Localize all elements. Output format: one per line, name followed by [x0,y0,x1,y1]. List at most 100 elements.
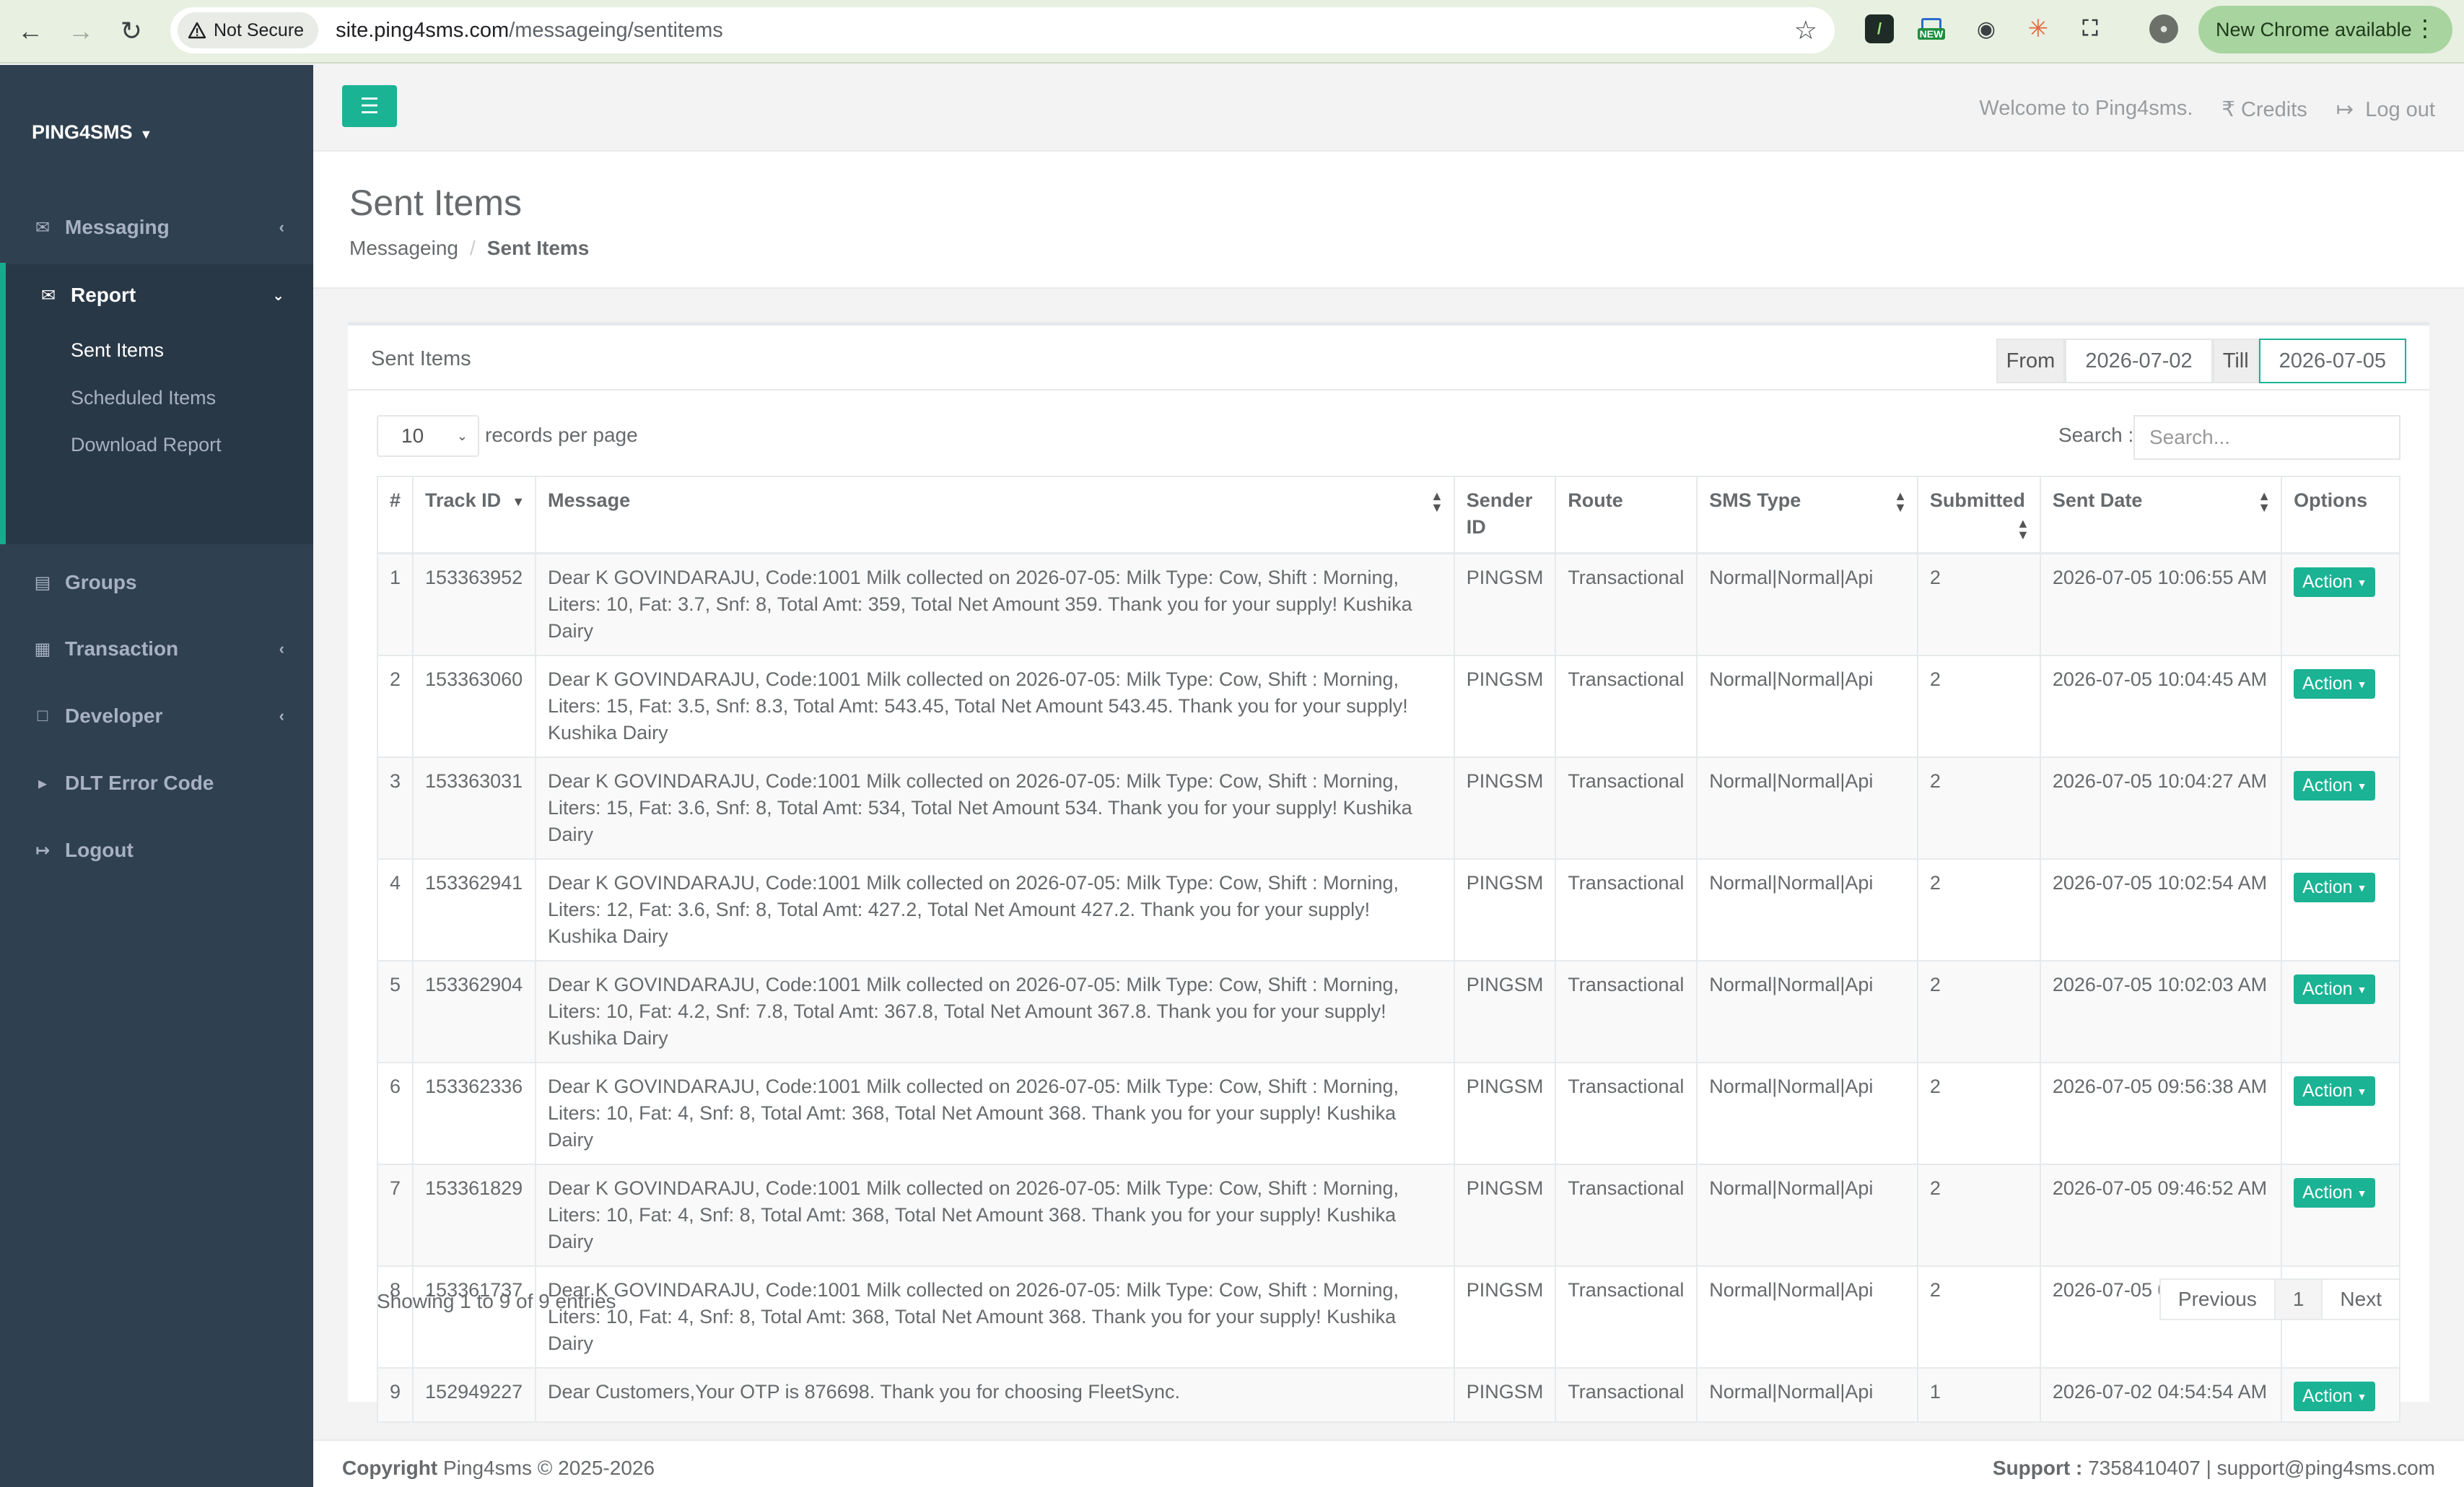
credits-label: Credits [2240,98,2307,121]
col-header-submitted[interactable]: Submitted ▲ ▼ [1916,476,2041,554]
sidebar-item-label: Groups [65,571,137,593]
breadcrumb-parent[interactable]: Messageing [349,237,458,259]
sidebar-subitem-sent-items[interactable]: Sent Items [71,339,164,362]
cell-row-number: 9 [376,1366,414,1423]
sidebar-item-report[interactable]: ✉ Report ⌄ [0,263,313,328]
page-length-select[interactable]: 10 ⌄ [377,415,479,457]
col-header-message[interactable]: Message ▲ ▼ [535,476,1455,554]
caret-down-icon: ▼ [2356,1390,2367,1403]
profile-avatar-icon[interactable]: ● [2149,14,2178,43]
more-menu-icon[interactable]: ⋮ [2413,14,2437,42]
sidebar-item-developer[interactable]: □ Developer ‹ [0,684,313,749]
new-chrome-available-button[interactable]: New Chrome available ⋮ [2198,6,2452,53]
extension-sparkle-icon[interactable]: ✳ [2024,14,2053,43]
sort-icon: ▲ ▼ [1430,489,1443,515]
caret-down-icon: ▼ [2356,678,2367,690]
col-header-sender-id[interactable]: Sender ID [1453,476,1557,554]
sidebar-item-transaction[interactable]: ▦ Transaction ‹ [0,616,313,681]
header-label: Submitted [1929,489,2025,511]
breadcrumb-current: Sent Items [486,237,590,259]
action-dropdown-button[interactable]: Action▼ [2294,1177,2376,1208]
brand-name: PING4SMS [32,121,133,143]
action-label: Action [2302,571,2353,592]
warning-icon [188,22,206,39]
cell-sms-type: Normal|Normal|Api [1696,1163,1918,1267]
records-per-page-label: records per page [485,424,638,446]
from-label: From [1996,339,2066,383]
cell-options: Action▼ [2281,959,2400,1063]
sidebar-item-logout[interactable]: ↦ Logout [0,818,313,883]
cell-route: Transactional [1555,1061,1698,1165]
till-date-input[interactable]: 2026-07-05 [2258,339,2406,383]
action-dropdown-button[interactable]: Action▼ [2294,567,2376,597]
action-dropdown-button[interactable]: Action▼ [2294,872,2376,902]
page-1-button[interactable]: 1 [2273,1278,2323,1320]
col-header-sms-type[interactable]: SMS Type ▲ ▼ [1696,476,1918,554]
extension-circle-icon[interactable]: ◉ [1972,14,2001,43]
cell-sent-date: 2026-07-05 10:02:03 AM [2039,959,2283,1063]
sort-icon: ▲ ▼ [2017,516,2030,542]
sidebar-subitem-download-report[interactable]: Download Report [71,434,222,456]
header-label: Message [548,489,631,511]
previous-page-button[interactable]: Previous [2159,1278,2276,1320]
caret-down-icon: ▼ [139,127,153,141]
cell-row-number: 8 [376,1265,414,1369]
header-label: Sender ID [1466,489,1533,538]
copyright: Copyright Ping4sms © 2025-2026 [342,1457,655,1480]
sidebar-item-messaging[interactable]: ✉ Messaging ‹ [0,195,313,260]
reload-icon[interactable]: ↻ [110,9,153,53]
address-bar[interactable]: Not Secure site.ping4sms.com/messageing/… [170,7,1835,53]
back-icon[interactable]: ← [9,9,52,53]
sidebar-item-groups[interactable]: ▤ Groups [0,550,313,615]
security-chip[interactable]: Not Secure [178,12,319,48]
cell-submitted-count: 2 [1916,858,2041,961]
brand-dropdown[interactable]: PING4SMS ▼ [32,121,152,144]
copyright-text: Ping4sms © 2025-2026 [443,1457,655,1479]
from-date-input[interactable]: 2026-07-02 [2065,339,2213,383]
credits-link[interactable]: ₹ Credits [2221,97,2307,122]
menu-toggle-button[interactable]: ☰ [342,85,397,127]
table-row: 1 153363952 Dear K GOVINDARAJU, Code:1001 … [376,552,2400,656]
sort-icon: ▲ ▼ [2258,489,2271,515]
cell-track-id: 152949227 [412,1366,537,1423]
col-header-number[interactable]: # [376,476,414,554]
cell-message: Dear K GOVINDARAJU, Code:1001 Milk colle… [535,654,1455,758]
cell-options: Action▼ [2281,756,2400,860]
chevron-left-icon: ‹ [279,640,284,658]
panel-header: Sent Items From 2026-07-02 Till 2026-07-… [348,326,2429,391]
top-navbar: ☰ Welcome to Ping4sms. ₹ Credits ↦ Log o… [313,65,2464,152]
cell-submitted-count: 2 [1916,1061,2041,1165]
cell-row-number: 5 [376,959,414,1063]
cell-row-number: 4 [376,858,414,961]
url-text[interactable]: site.ping4sms.com/messageing/sentitems [336,19,723,43]
cell-options: Action▼ [2281,1061,2400,1165]
action-dropdown-button[interactable]: Action▼ [2294,1076,2376,1106]
extension-v-icon[interactable]: / [1865,14,1894,43]
url-path: /messageing/sentitems [509,18,723,42]
cell-submitted-count: 2 [1916,1163,2041,1267]
action-dropdown-button[interactable]: Action▼ [2294,974,2376,1004]
forward-icon[interactable]: → [59,9,102,53]
cell-route: Transactional [1555,756,1698,860]
extension-new-icon[interactable]: NEW [1917,14,1946,43]
col-header-sent-date[interactable]: Sent Date ▲ ▼ [2039,476,2283,554]
next-page-button[interactable]: Next [2321,1278,2400,1320]
cell-options: Action▼ [2281,552,2400,656]
sidebar-subitem-scheduled-items[interactable]: Scheduled Items [71,387,216,409]
chevron-down-icon: ⌄ [456,428,468,443]
action-label: Action [2302,775,2353,795]
action-dropdown-button[interactable]: Action▼ [2294,770,2376,801]
action-dropdown-button[interactable]: Action▼ [2294,668,2376,699]
cell-track-id: 153363060 [412,654,537,758]
action-dropdown-button[interactable]: Action▼ [2294,1381,2376,1411]
bookmark-star-icon[interactable]: ☆ [1794,16,1817,45]
cell-submitted-count: 2 [1916,654,2041,758]
browser-toolbar: ← → ↻ Not Secure site.ping4sms.com/messa… [0,0,2464,64]
extensions-puzzle-icon[interactable]: ⛶ [2076,14,2105,43]
logout-link[interactable]: ↦ Log out [2336,97,2435,122]
col-header-route[interactable]: Route [1555,476,1698,554]
search-input[interactable] [2133,415,2400,460]
sidebar-item-dlt-error-code[interactable]: ▸ DLT Error Code [0,751,313,816]
col-header-track-id[interactable]: Track ID ▼ [412,476,537,554]
security-label: Not Secure [214,19,305,40]
